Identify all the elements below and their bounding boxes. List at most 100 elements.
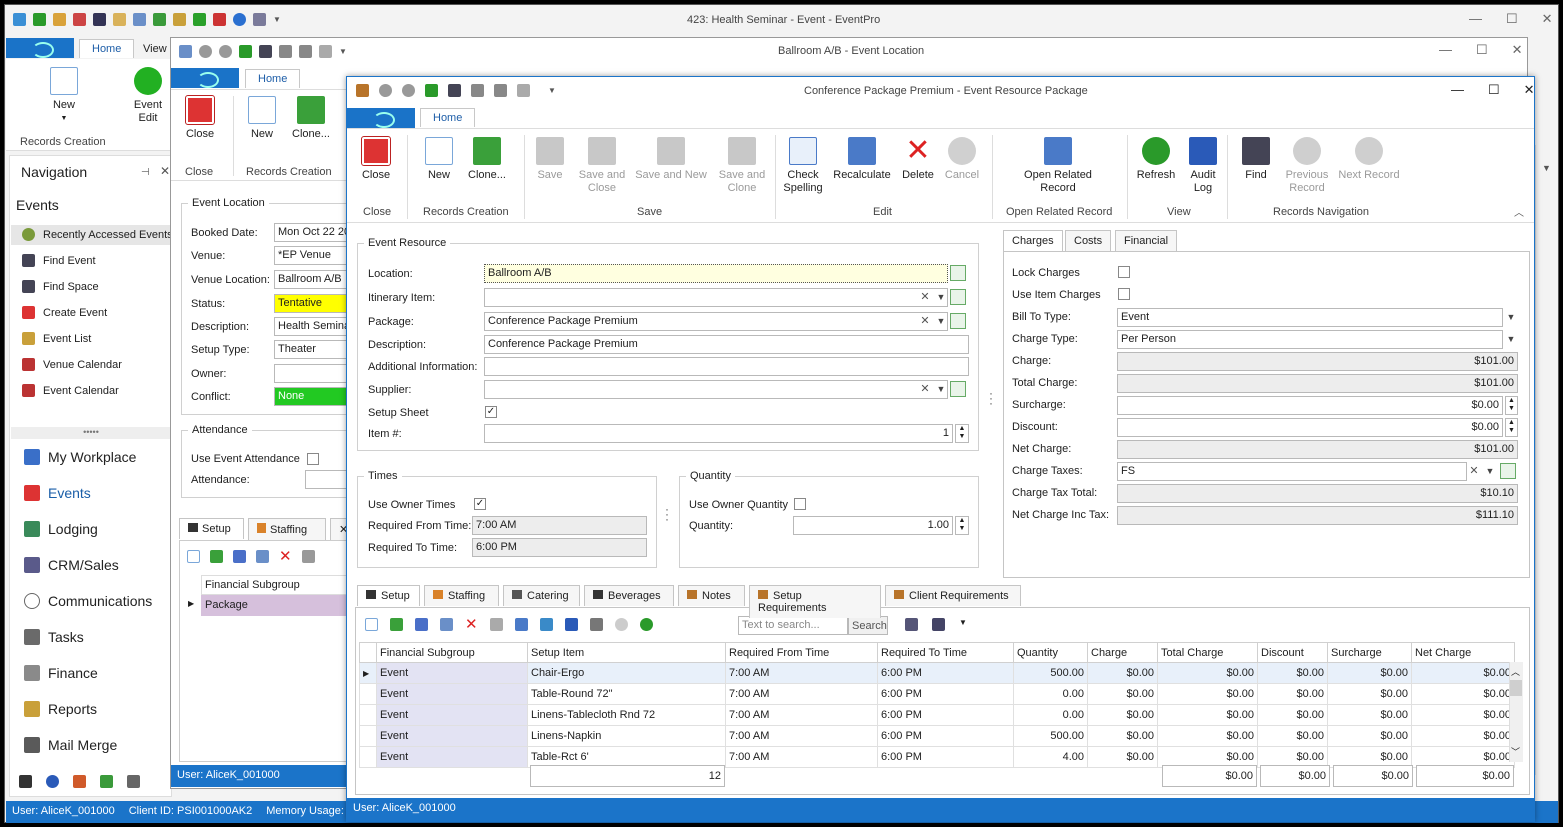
- customize-qat-icon[interactable]: ▼: [339, 47, 347, 56]
- pkg-location-input[interactable]: Ballroom A/B: [484, 264, 948, 283]
- disabled-circle-icon[interactable]: [614, 618, 628, 631]
- customize-qat-icon[interactable]: ▼: [273, 15, 281, 24]
- quantity-spinner-icon[interactable]: ▲ ▼: [955, 516, 969, 535]
- nav-create-event[interactable]: Create Event: [22, 306, 107, 319]
- loc-venue[interactable]: *EP Venue: [274, 246, 349, 265]
- loc-tab-home[interactable]: Home: [245, 69, 301, 88]
- layout-icon[interactable]: [514, 618, 528, 631]
- supplier-lookup-icon[interactable]: [950, 381, 966, 397]
- down-icon[interactable]: [219, 45, 232, 58]
- itinerary-dropdown-icon[interactable]: ▼: [935, 289, 947, 306]
- pkg-package-input[interactable]: Conference Package Premium: [484, 312, 948, 331]
- pkg-tab-home[interactable]: Home: [420, 108, 476, 127]
- nav-communications[interactable]: Communications: [24, 593, 152, 609]
- add-icon[interactable]: [210, 550, 223, 563]
- panel-splitter-icon[interactable]: · · ·: [989, 387, 993, 409]
- charge-checkbox[interactable]: [1118, 288, 1130, 300]
- save-layout-dropdown-icon[interactable]: ▼: [959, 618, 967, 631]
- itinerary-clear-icon[interactable]: ✕: [919, 289, 931, 306]
- loc-venue-location[interactable]: Ballroom A/B: [274, 270, 349, 289]
- refresh-icon[interactable]: [425, 84, 438, 97]
- loc-owner[interactable]: [274, 364, 349, 383]
- filter-icon[interactable]: [589, 618, 603, 631]
- nav-find-space[interactable]: Find Space: [22, 280, 99, 293]
- right-dropdown-icon[interactable]: ▼: [1542, 163, 1551, 173]
- edit-icon[interactable]: [415, 618, 428, 631]
- pkg-tab-staffing[interactable]: Staffing: [424, 585, 499, 606]
- column-header[interactable]: Charge: [1087, 642, 1158, 663]
- scroll-up-icon[interactable]: ︿: [1511, 665, 1520, 678]
- undo-icon[interactable]: [517, 84, 530, 97]
- edit-icon[interactable]: [233, 550, 246, 563]
- user-icon[interactable]: [53, 13, 66, 26]
- chart-icon[interactable]: [73, 775, 86, 788]
- maximize-icon[interactable]: ☐: [1476, 42, 1488, 58]
- back-icon[interactable]: [13, 13, 26, 26]
- nav-tasks[interactable]: Tasks: [24, 629, 84, 645]
- charge-value[interactable]: Per Person: [1117, 330, 1503, 349]
- nav-recently-accessed-events[interactable]: Recently Accessed Events: [22, 228, 173, 241]
- notepad-icon[interactable]: [113, 13, 126, 26]
- itinerary-lookup-icon[interactable]: [950, 289, 966, 305]
- down-icon[interactable]: [402, 84, 415, 97]
- loc-new-button[interactable]: New: [247, 96, 277, 141]
- pkg-next-record-button[interactable]: Next Record: [1337, 137, 1401, 182]
- grid-icon[interactable]: [133, 13, 146, 26]
- info-icon[interactable]: [233, 13, 246, 26]
- loc-tab-setup[interactable]: Setup: [179, 518, 244, 539]
- column-header[interactable]: Total Charge: [1157, 642, 1258, 663]
- minimize-icon[interactable]: —: [1439, 42, 1452, 58]
- loc-description[interactable]: Health Semina: [274, 317, 349, 336]
- main-tab-home[interactable]: Home: [79, 39, 135, 58]
- charge-checkbox[interactable]: [1118, 266, 1130, 278]
- pkg-save-close-button[interactable]: Save and Close: [577, 137, 627, 195]
- pkg-tab-setup[interactable]: Setup: [357, 585, 420, 606]
- chevron-down-icon[interactable]: ▼: [1484, 463, 1496, 480]
- nav-event-list[interactable]: Event List: [22, 332, 91, 345]
- pkg-item-no-input[interactable]: 1: [484, 424, 953, 443]
- loc-setup-type[interactable]: Theater: [274, 340, 349, 359]
- table-row[interactable]: Event Linens-Napkin 7:00 AM 6:00 PM 500.00 $0…: [359, 725, 1515, 747]
- spinner-icon[interactable]: ▲ ▼: [1505, 418, 1518, 437]
- pkg-setup-sheet-checkbox[interactable]: ✓: [485, 406, 497, 418]
- package-lookup-icon[interactable]: [950, 313, 966, 329]
- save-icon[interactable]: [279, 45, 292, 58]
- config-icon[interactable]: [127, 775, 140, 788]
- nav-events[interactable]: Events: [24, 485, 91, 501]
- pkg-search-input[interactable]: Text to search...: [738, 616, 848, 635]
- column-header[interactable]: Required To Time: [877, 642, 1014, 663]
- maximize-icon[interactable]: ☐: [1506, 11, 1518, 27]
- navigation-close-icon[interactable]: ✕: [160, 164, 170, 178]
- pkg-quantity-input[interactable]: 1.00: [793, 516, 953, 535]
- checklist-icon[interactable]: [73, 13, 86, 26]
- refresh-icon[interactable]: [239, 45, 252, 58]
- new-icon[interactable]: [365, 618, 378, 631]
- package-icon[interactable]: [356, 84, 369, 97]
- pkg-tab-beverages[interactable]: Beverages: [584, 585, 674, 606]
- maximize-icon[interactable]: ☐: [1488, 82, 1500, 98]
- package-dropdown-icon[interactable]: ▼: [935, 313, 947, 330]
- minimize-icon[interactable]: —: [1469, 11, 1482, 27]
- pkg-tab-notes[interactable]: Notes: [678, 585, 745, 606]
- minimize-icon[interactable]: —: [1451, 82, 1464, 98]
- charge-value[interactable]: Event: [1117, 308, 1503, 327]
- find-icon[interactable]: [905, 618, 918, 631]
- column-header[interactable]: Required From Time: [725, 642, 878, 663]
- charge-value[interactable]: $0.00: [1117, 418, 1503, 437]
- copy-icon[interactable]: [301, 550, 315, 563]
- pkg-required-from-input[interactable]: 7:00 AM: [472, 516, 647, 535]
- pkg-recalculate-button[interactable]: Recalculate: [831, 137, 893, 182]
- up-icon[interactable]: [379, 84, 392, 97]
- loc-status[interactable]: Tentative: [274, 294, 349, 313]
- pkg-save-button[interactable]: Save: [535, 137, 565, 182]
- charge-value[interactable]: FS: [1117, 462, 1467, 481]
- globe-icon[interactable]: [46, 775, 59, 788]
- pkg-delete-button[interactable]: ✕ Delete: [900, 136, 936, 182]
- supplier-dropdown-icon[interactable]: ▼: [935, 381, 947, 398]
- new-icon[interactable]: [187, 550, 200, 563]
- pkg-save-new-button[interactable]: Save and New: [635, 137, 707, 182]
- pkg-clone-button[interactable]: Clone...: [465, 137, 509, 182]
- location-lookup-icon[interactable]: [950, 265, 966, 281]
- pkg-tab-setup-requirements[interactable]: Setup Requirements: [749, 585, 881, 618]
- nav-lodging[interactable]: Lodging: [24, 521, 98, 537]
